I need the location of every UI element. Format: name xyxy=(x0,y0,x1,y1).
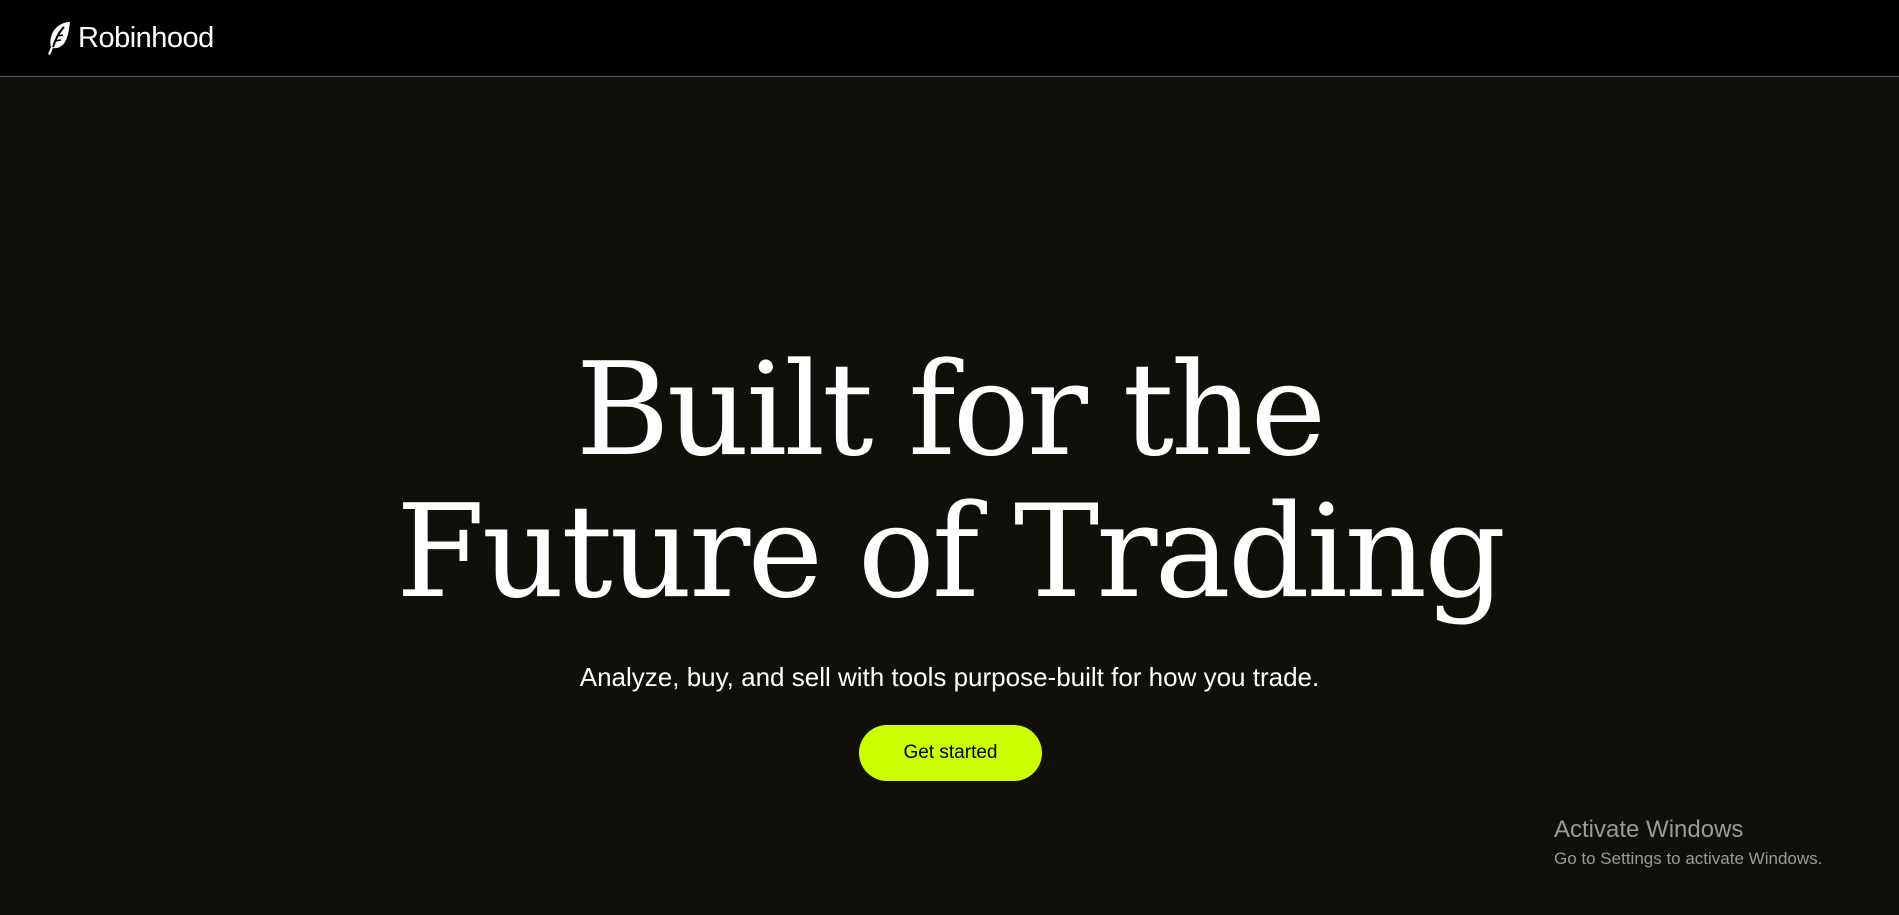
hero-subtitle: Analyze, buy, and sell with tools purpos… xyxy=(579,662,1320,692)
hero-headline-line-2: Future of Trading xyxy=(396,478,1506,627)
watermark-subtitle: Go to Settings to activate Windows. xyxy=(1554,849,1823,868)
get-started-button[interactable]: Get started xyxy=(859,725,1042,781)
brand-name: Robinhood xyxy=(78,22,214,54)
hero-headline-line-1: Built for the xyxy=(575,336,1326,485)
top-navigation-bar: Robinhood xyxy=(0,0,1899,77)
watermark-title: Activate Windows xyxy=(1554,816,1744,843)
hero-headline: Built for the Future of Trading xyxy=(0,340,1899,624)
robinhood-logo-link[interactable]: Robinhood xyxy=(44,20,214,56)
feather-icon xyxy=(48,22,70,55)
windows-activation-watermark: Activate Windows Go to Settings to activ… xyxy=(1554,815,1822,871)
